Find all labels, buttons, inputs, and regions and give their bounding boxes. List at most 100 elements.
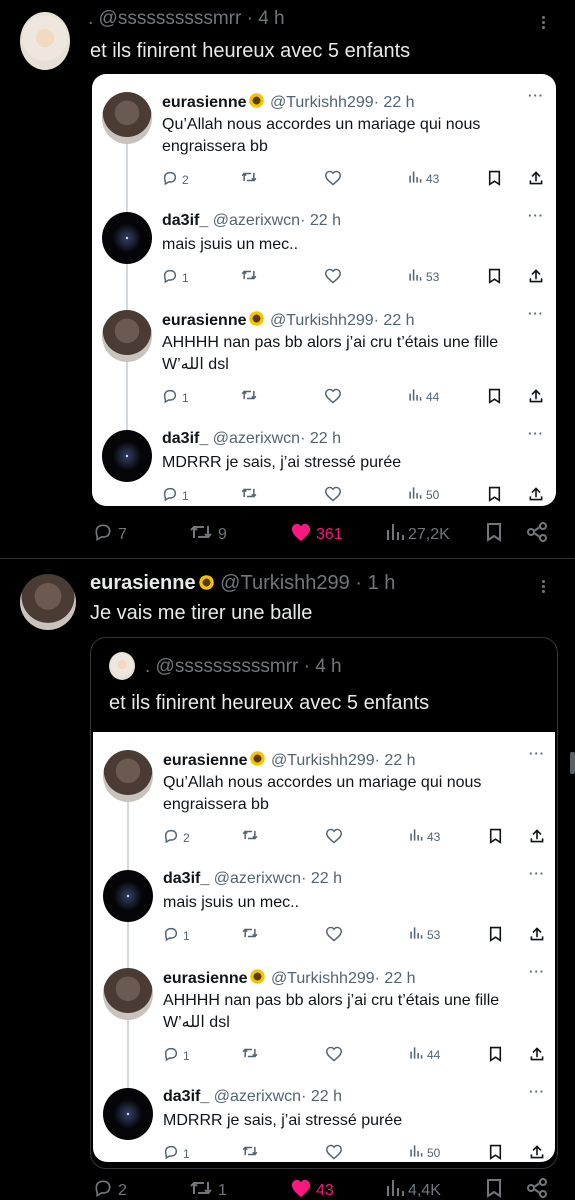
divider [0,558,575,559]
bookmark-icon [489,1144,502,1163]
share-icon [529,926,545,945]
retweet-icon [188,522,214,547]
views-icon [408,388,422,405]
sunflower-icon [197,574,215,591]
reply-button: 1 [163,926,190,945]
reply-count: 1 [183,1146,190,1161]
retweet-button[interactable]: 9 [188,522,227,547]
tweet-author-name[interactable]: eurasienne [90,572,196,594]
bookmark-icon [488,388,501,407]
retweet-count: 1 [218,1181,227,1199]
more-icon: ··· [529,866,545,881]
like-icon [290,1178,312,1200]
retweet-icon [241,828,259,845]
views-count: 27,2K [408,525,450,543]
reply-count: 1 [182,270,189,285]
reply-actions: 2 43 [162,170,547,188]
reply-handle: @Turkishh299 [270,970,375,987]
views-count: 50 [427,1145,441,1160]
retweet-icon [241,1046,259,1063]
share-icon [528,268,544,287]
reply-text-line2: W’الله dsl [162,356,229,373]
views-button: 44 [408,388,439,405]
like-count: 43 [316,1181,334,1199]
reply-icon [163,828,179,847]
views-icon [409,1046,423,1063]
bookmark-icon[interactable] [486,1178,502,1200]
more-icon[interactable] [542,578,546,595]
reply-count: 1 [183,928,190,943]
bookmark-icon [488,268,501,287]
thread-reply: eurasienne @Turkishh299· 22 h ··· AHHHH na… [92,306,556,410]
reply-handle: @azerixwcn [213,870,302,887]
reply-text: Qu’Allah nous accordes un mariage qui no… [163,774,482,791]
retweet-button[interactable]: 1 [188,1178,227,1200]
views-button: 43 [409,828,440,845]
reply-button[interactable]: 2 [92,1178,127,1200]
views-icon [409,926,423,943]
views-count: 43 [426,171,440,186]
reply-author-name: eurasienne [162,94,247,111]
reply-icon [162,486,178,505]
reply-button: 1 [163,1144,190,1163]
share-icon[interactable] [526,521,548,548]
bookmark-icon [489,828,502,847]
reply-author-name: da3if_ [162,212,209,229]
share-icon [529,1046,545,1065]
reply-button[interactable]: 7 [92,522,127,547]
tweet-time[interactable]: · 1 h [355,572,395,594]
quote-handle: . @ssssssssssmrr [145,656,299,677]
reply-author-name: da3if_ [163,1088,210,1105]
reply-time: · 22 h [374,970,416,987]
reply-handle: @Turkishh299 [269,94,374,111]
avatar [102,310,152,362]
bookmark-icon [488,170,501,189]
like-icon [325,926,343,945]
views-count: 43 [427,829,441,844]
reply-count: 2 [183,830,190,845]
avatar [103,870,153,922]
thread-screenshot: eurasienne @Turkishh299 · 22 h ··· Qu’Allah… [92,74,556,506]
tweet-handle[interactable]: @Turkishh299 [220,572,350,594]
reply-author-name: eurasienne [163,970,248,987]
views-button: 44 [409,1046,440,1063]
reply-icon [163,1144,179,1163]
views-count: 44 [427,1047,441,1062]
quoted-tweet[interactable]: . @ssssssssssmrr · 4 h et ils finirent h… [90,637,558,1169]
reply-text: Qu’Allah nous accordes un mariage qui no… [162,116,481,133]
views-button[interactable]: 4,4K [386,1178,441,1200]
tweet-time[interactable]: · 4 h [247,8,285,29]
retweet-icon [241,1144,259,1161]
views-count: 53 [426,269,440,284]
like-button[interactable]: 43 [290,1178,334,1200]
scrollbar[interactable] [570,752,575,774]
more-icon: ··· [528,306,544,321]
tweet-handle[interactable]: . @ssssssssssmrr [88,8,241,29]
bookmark-icon[interactable] [486,522,502,547]
reply-handle: @azerixwcn [213,1088,302,1105]
reply-actions: 1 50 [163,1144,548,1162]
more-icon[interactable] [542,14,546,31]
retweet-icon [240,268,258,285]
reply-button: 2 [162,170,189,189]
like-icon [325,828,343,847]
thread-reply: da3if_ @azerixwcn· 22 h ··· MDRRR je sais,… [92,426,556,530]
reply-count: 2 [182,172,189,187]
views-button: 53 [408,268,439,285]
reply-actions: 1 50 [162,486,547,504]
reply-time: · 22 h [374,752,416,769]
avatar[interactable] [20,574,76,630]
avatar[interactable] [20,12,70,70]
reply-author-name: eurasienne [162,312,247,329]
share-icon[interactable] [526,1177,548,1200]
views-button[interactable]: 27,2K [386,522,450,547]
avatar [103,968,153,1020]
avatar [102,92,152,144]
like-button[interactable]: 361 [290,522,343,547]
retweet-icon [240,486,258,503]
reply-text: MDRRR je sais, j’ai stressé purée [163,1112,403,1129]
like-icon [324,486,342,505]
tweet-actions: 2 1 43 4,4K [92,1176,552,1200]
reply-button: 1 [162,388,189,407]
reply-time: · 22 h [373,312,415,329]
